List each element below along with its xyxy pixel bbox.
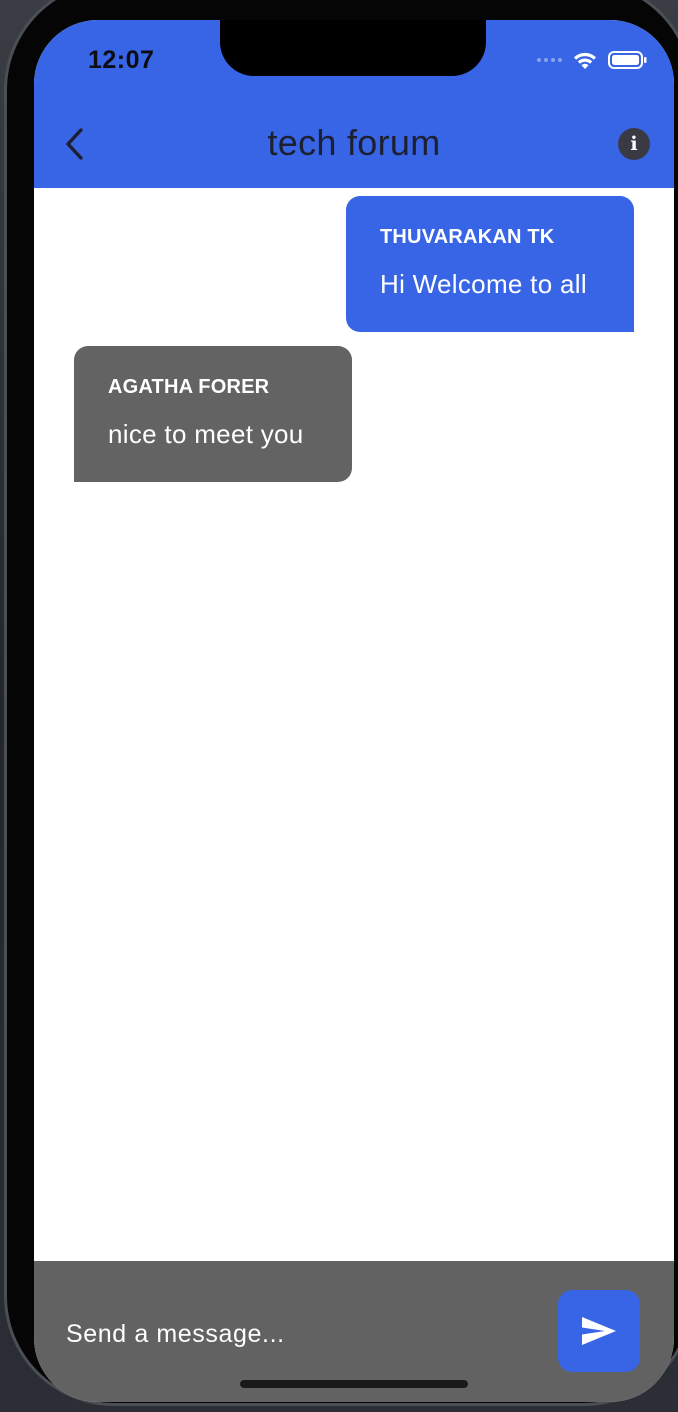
status-time: 12:07: [88, 46, 155, 74]
send-button[interactable]: [558, 1290, 640, 1372]
chevron-left-icon: [66, 128, 83, 160]
info-button[interactable]: i: [618, 128, 650, 160]
notch: [220, 20, 486, 76]
battery-icon: [608, 51, 647, 69]
message-sender: THUVARAKAN TK: [380, 226, 555, 248]
wifi-icon: [574, 52, 596, 69]
device-frame: 12:07 tech forum i THUVARAKAN TK Hi Welc…: [0, 0, 678, 1412]
phone-screen: 12:07 tech forum i THUVARAKAN TK Hi Welc…: [34, 20, 674, 1402]
info-icon: i: [630, 133, 638, 155]
message-text: Hi Welcome to all: [380, 269, 587, 299]
message-bubble-received: AGATHA FORER nice to meet you: [74, 346, 352, 482]
send-icon: [582, 1317, 616, 1345]
back-button[interactable]: [54, 122, 94, 166]
home-indicator[interactable]: [240, 1380, 468, 1388]
message-input[interactable]: [66, 1313, 546, 1355]
cellular-icon: [537, 58, 562, 62]
message-sender: AGATHA FORER: [108, 376, 270, 398]
message-list[interactable]: THUVARAKAN TK Hi Welcome to all AGATHA F…: [34, 188, 674, 1261]
page-title: tech forum: [267, 122, 441, 163]
message-text: nice to meet you: [108, 419, 304, 449]
status-icons: [537, 50, 648, 70]
message-bubble-sent: THUVARAKAN TK Hi Welcome to all: [346, 196, 634, 332]
